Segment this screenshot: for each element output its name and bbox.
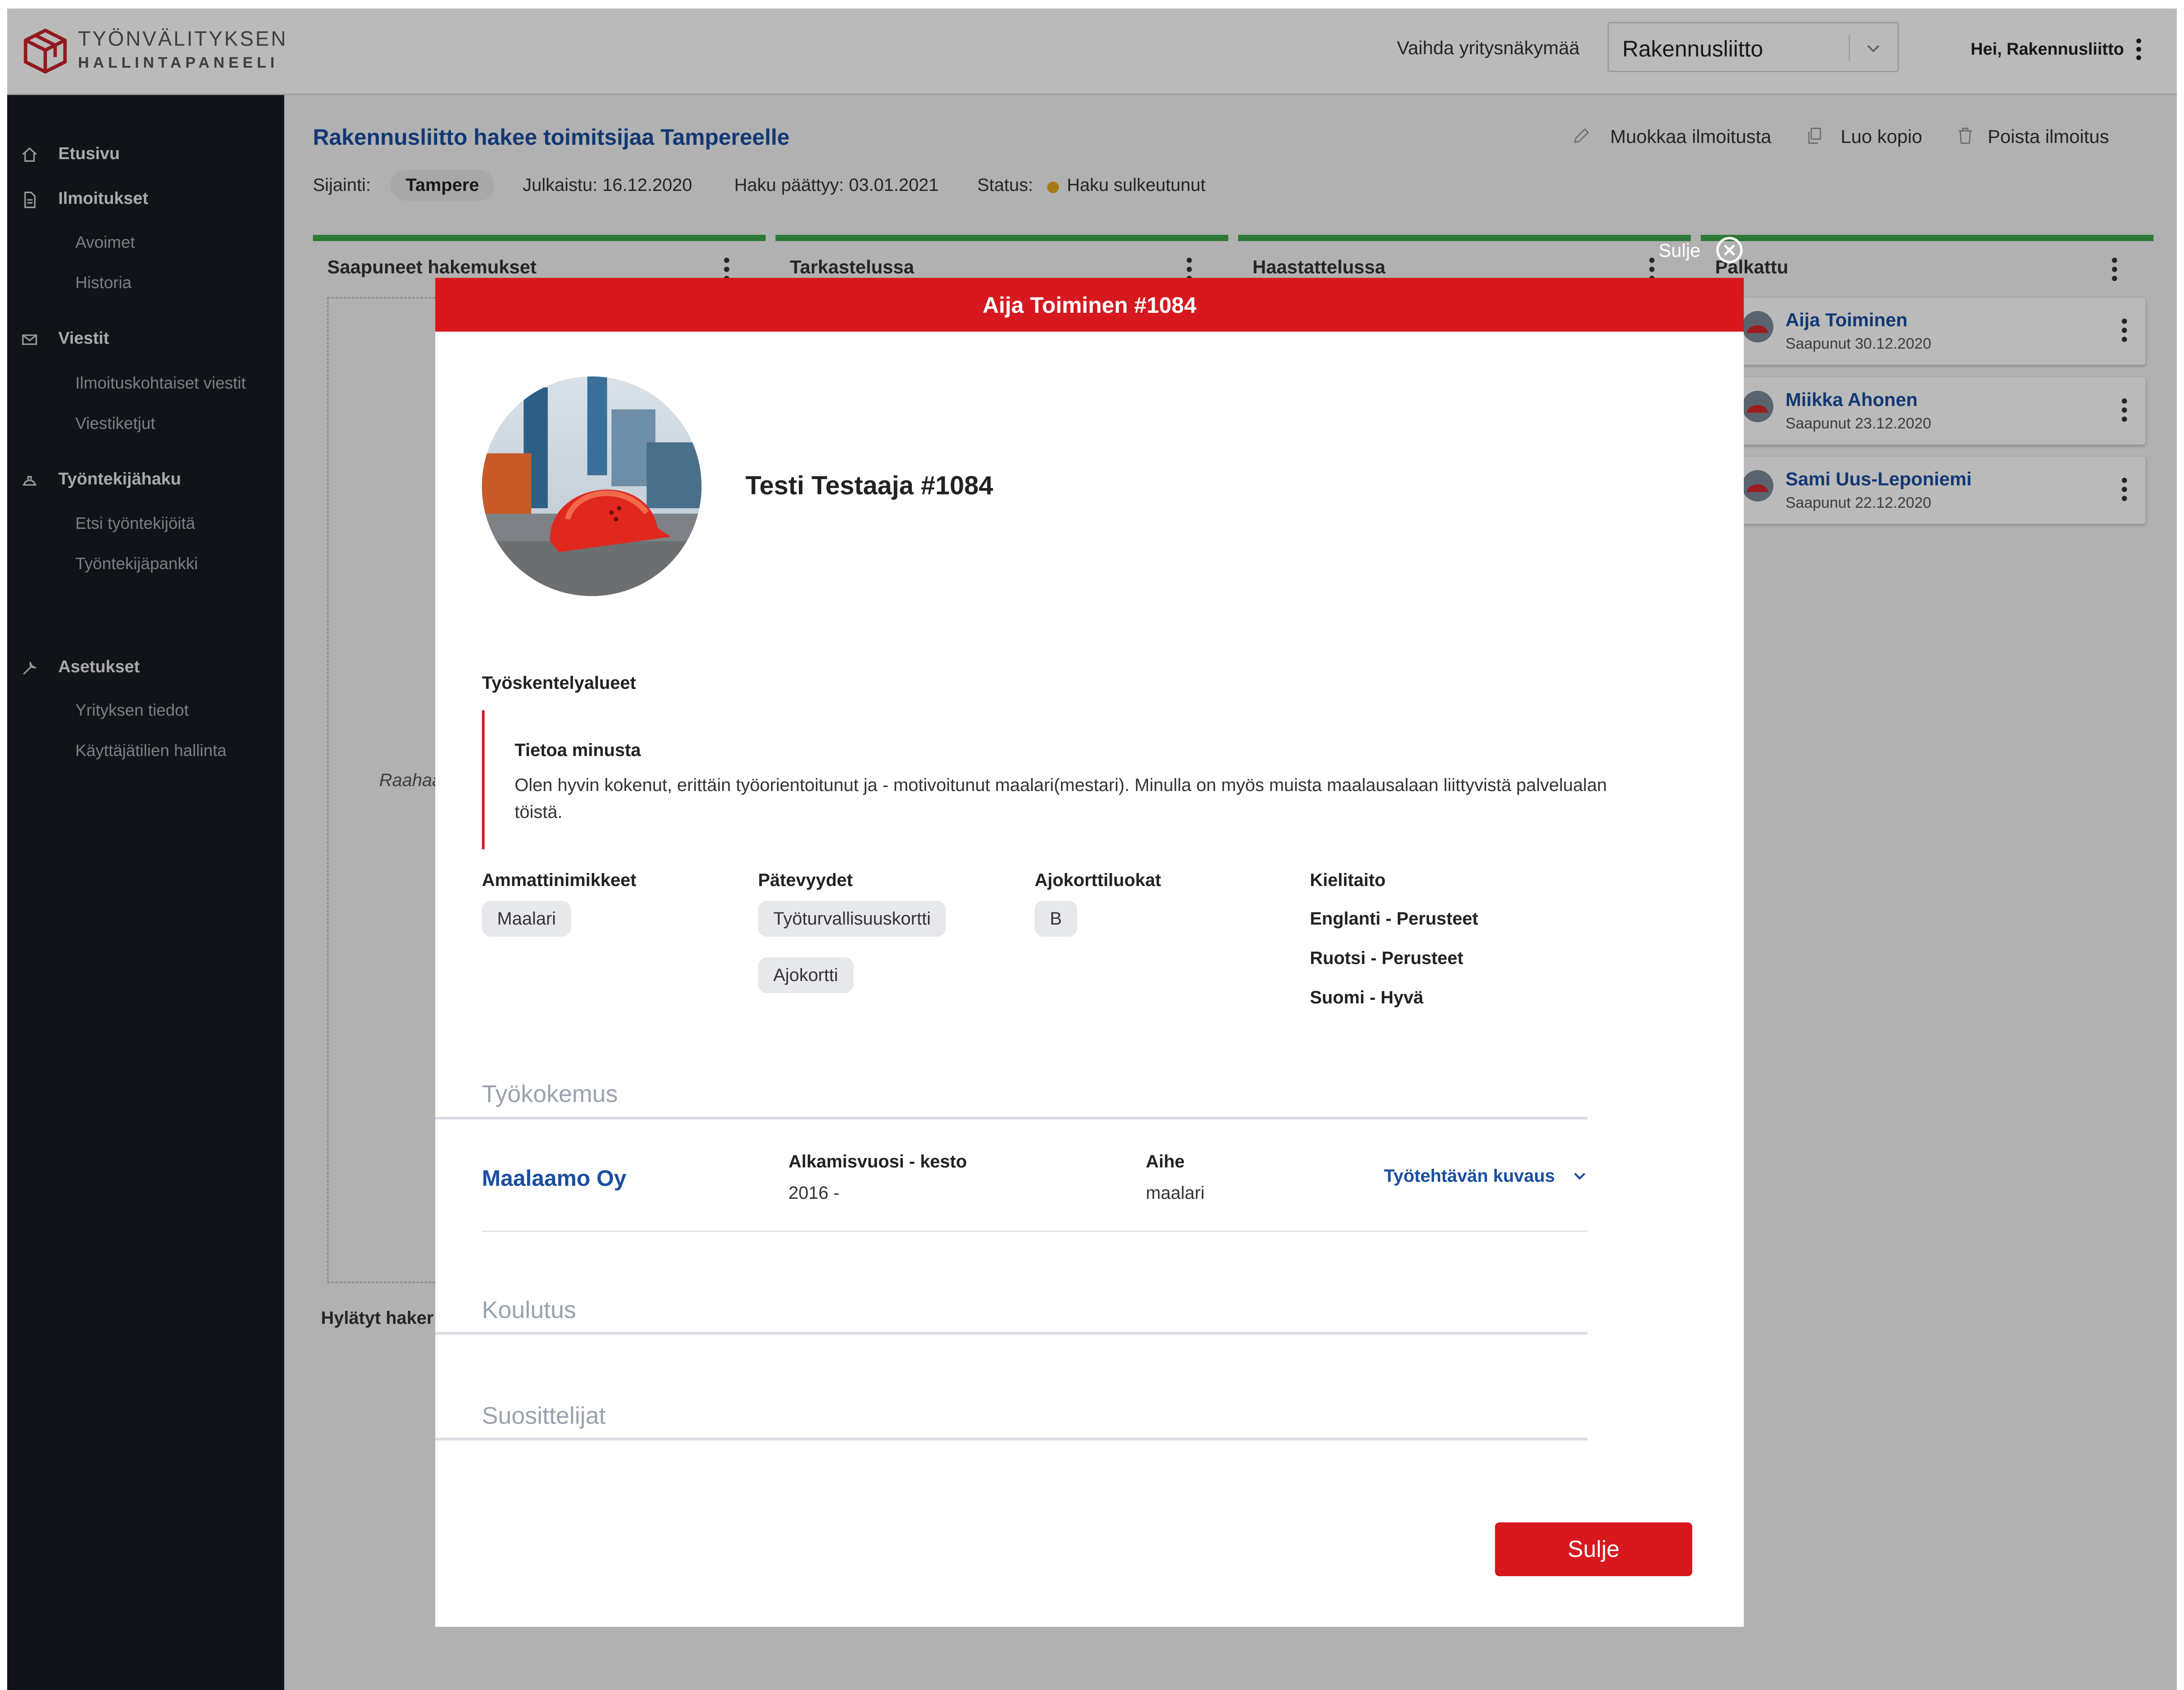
languages-label: Kielitaito: [1310, 870, 1386, 890]
avatar: [482, 376, 702, 596]
experience-topic-value: maalari: [1146, 1183, 1205, 1203]
applicant-modal: Aija Toiminen #1084 Testi Testaaja #1084…: [435, 278, 1744, 1627]
experience-company: Maalaamo Oy: [482, 1166, 627, 1191]
work-areas-label: Työskentelyalueet: [482, 673, 636, 693]
chevron-down-icon[interactable]: [1570, 1166, 1590, 1186]
job-titles-label: Ammattinimikkeet: [482, 870, 637, 890]
language-item: Suomi - Hyvä: [1310, 988, 1424, 1007]
section-divider: [435, 1332, 1587, 1335]
language-item: Ruotsi - Perusteet: [1310, 948, 1464, 968]
modal-close-label[interactable]: Sulje: [1659, 240, 1700, 261]
license-chip: B: [1035, 901, 1077, 937]
experience-topic-label: Aihe: [1146, 1152, 1185, 1171]
experience-section-title: Työkokemus: [482, 1081, 618, 1107]
education-section-title: Koulutus: [482, 1297, 576, 1323]
job-title-chip: Maalari: [482, 901, 572, 937]
qualifications-label: Pätevyydet: [758, 870, 853, 890]
about-title: Tietoa minusta: [515, 740, 641, 760]
section-divider: [435, 1438, 1587, 1440]
qualification-chip: Ajokortti: [758, 957, 854, 993]
language-item: Englanti - Perusteet: [1310, 909, 1478, 929]
modal-title: Aija Toiminen #1084: [982, 293, 1197, 318]
references-section-title: Suosittelijat: [482, 1402, 606, 1429]
experience-start-value: 2016 -: [789, 1183, 840, 1203]
candidate-name: Testi Testaaja #1084: [745, 471, 993, 500]
license-label: Ajokorttiluokat: [1035, 870, 1161, 890]
experience-start-label: Alkamisvuosi - kesto: [789, 1152, 967, 1171]
row-divider: [482, 1231, 1587, 1232]
qualification-chip: Työturvallisuuskortti: [758, 901, 946, 937]
about-text: Olen hyvin kokenut, erittäin työorientoi…: [515, 775, 1607, 822]
close-button[interactable]: Sulje: [1495, 1522, 1692, 1576]
job-description-toggle[interactable]: Työtehtävän kuvaus: [1384, 1166, 1555, 1186]
close-circle-icon[interactable]: [1715, 236, 1744, 264]
section-divider: [435, 1117, 1587, 1119]
modal-header: Aija Toiminen #1084: [435, 278, 1744, 332]
about-accent-bar: [482, 710, 485, 849]
